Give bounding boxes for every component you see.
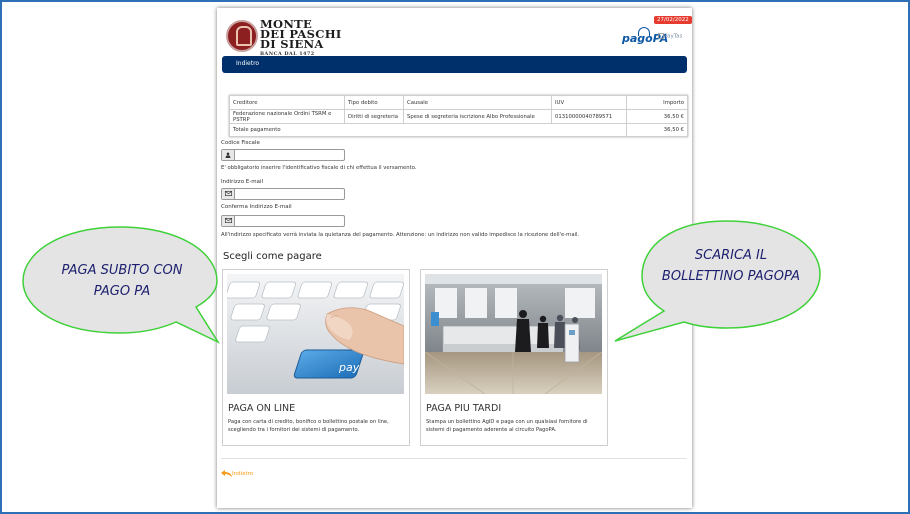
codice-fiscale-hint: E' obbligatorio inserire l'identificativ… [221,165,417,171]
bank-logo-emblem-icon [226,20,258,52]
col-header-causale: Causale [403,95,552,110]
navbar: Indietro [222,56,687,73]
cell-creditore: Federazione nazionale Ordini TSRM e PSTR… [229,109,345,124]
col-header-creditore: Creditore [229,95,345,110]
table-total-row: Totale pagamento 36,50 € [229,123,688,137]
col-header-iuv: IUV [551,95,627,110]
col-header-importo: Importo [626,95,688,110]
footer-back-link[interactable]: Indietro [221,470,253,477]
footer-divider [221,458,687,459]
right-callout-text: SCARICA IL BOLLETTINO PAGOPA [661,248,801,284]
total-label: Totale pagamento [229,123,627,137]
user-icon [222,150,235,160]
confirm-email-input[interactable] [235,216,342,226]
pay-online-title: PAGA ON LINE [228,403,296,414]
envelope-icon [222,189,235,199]
pay-later-card[interactable]: PAGA PIU TARDI Stampa un bollettino AgID… [420,269,608,446]
confirm-email-label: Conferma Indirizzo E-mail [221,204,292,210]
pay-later-desc: Stampa un bollettino AgID e paga con un … [426,419,588,433]
paytas-logo: PayTas [658,33,682,40]
cell-tipo-debito: Diritti di segreteria [344,109,404,124]
keyboard-pay-image: pay [227,274,404,394]
pay-online-card[interactable]: pay PAGA ON LINE Paga con carta di credi… [222,269,410,446]
pay-later-title: PAGA PIU TARDI [426,403,502,414]
debt-table: Creditore Tipo debito Causale IUV Import… [229,95,688,137]
email-input[interactable] [235,189,342,199]
back-arrow-icon [221,470,232,477]
left-callout-text: PAGA SUBITO CON PAGO PA [61,263,183,299]
nav-back-link[interactable]: Indietro [236,60,259,67]
cell-causale: Spese di segreteria iscrizione Albo Prof… [403,109,552,124]
bank-counter-image [425,274,602,394]
codice-fiscale-input[interactable] [235,150,342,160]
codice-fiscale-group [221,149,345,161]
cell-iuv: 01310000040789571 [551,109,627,124]
codice-fiscale-label: Codice Fiscale [221,140,260,146]
confirm-email-group [221,215,345,227]
email-hint: All'indirizzo specificato verrà inviata … [221,232,580,238]
payment-choice-heading: Scegli come pagare [223,251,322,262]
pay-key-label: pay [338,361,360,374]
table-header-row: Creditore Tipo debito Causale IUV Import… [229,95,688,110]
email-group [221,188,345,200]
date-badge: 27/02/2022 [654,16,692,24]
bank-logo: MONTE DEI PASCHI DI SIENA BANCA DAL 1472 [226,18,366,57]
col-header-tipo-debito: Tipo debito [344,95,404,110]
pay-online-desc: Paga con carta di credito, bonifico o bo… [228,419,389,433]
total-value: 36,50 € [626,123,688,137]
cell-importo: 36,50 € [626,109,688,124]
bank-name: MONTE DEI PASCHI DI SIENA [260,18,342,50]
table-row: Federazione nazionale Ordini TSRM e PSTR… [229,109,688,124]
email-label: Indirizzo E-mail [221,179,264,185]
